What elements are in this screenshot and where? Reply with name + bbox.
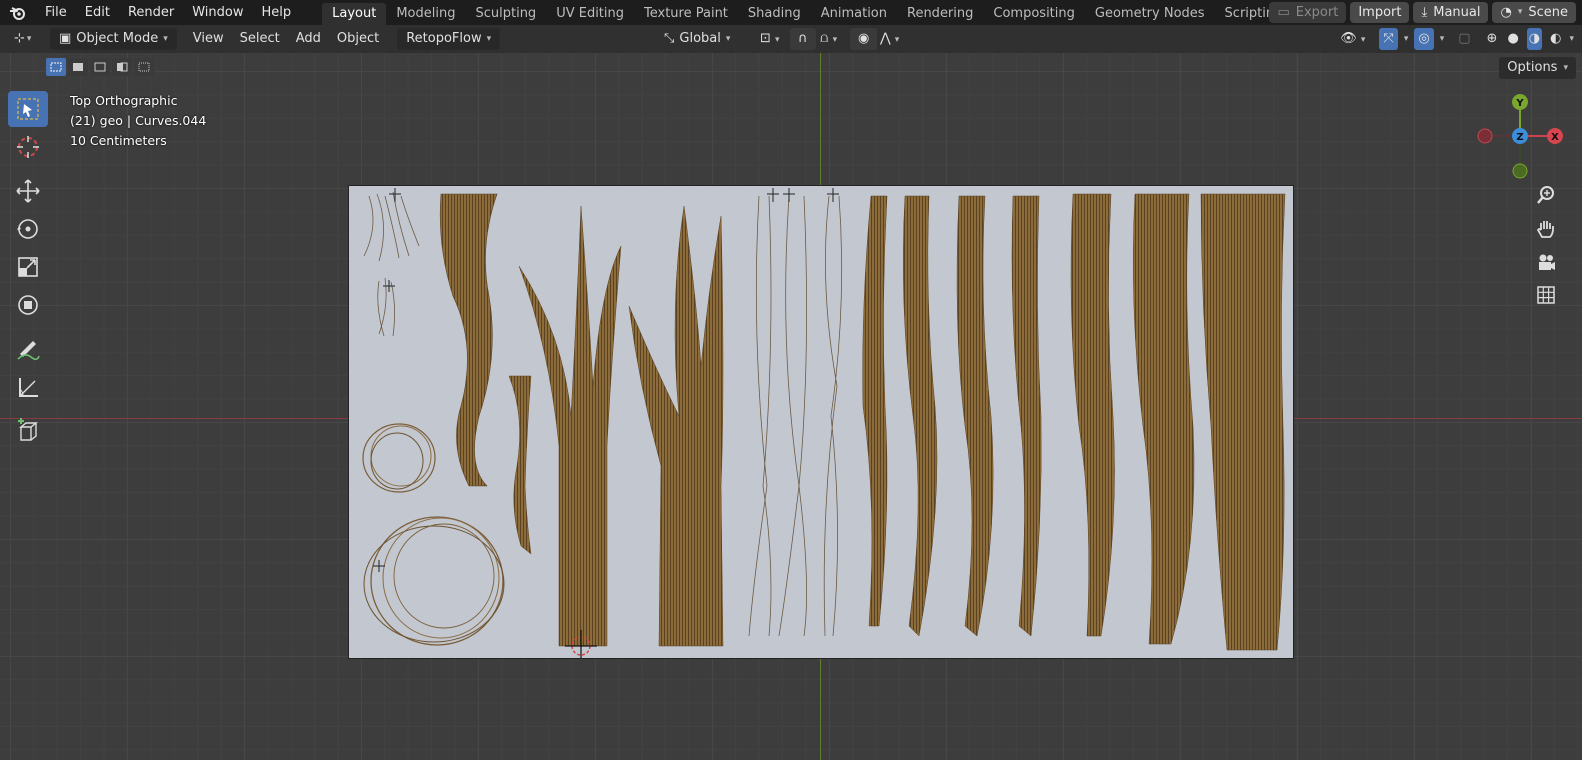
- select-extend-icon[interactable]: [68, 58, 88, 76]
- svg-text:Z: Z: [1516, 132, 1523, 143]
- select-subtract-icon[interactable]: [90, 58, 110, 76]
- chevron-down-icon: ▾: [163, 34, 168, 44]
- rendered-shading[interactable]: ◐: [1548, 28, 1563, 50]
- options-dropdown[interactable]: Options ▾: [1499, 57, 1576, 79]
- camera-icon: [1539, 254, 1555, 270]
- chevron-down-icon: ▾: [1517, 7, 1523, 17]
- move-tool[interactable]: [8, 173, 48, 209]
- export-icon: ▭: [1277, 5, 1290, 20]
- tab-texture-paint[interactable]: Texture Paint: [634, 3, 738, 25]
- tab-shading[interactable]: Shading: [738, 3, 811, 25]
- menu-window[interactable]: Window: [183, 0, 252, 25]
- zoom-icon: [1537, 186, 1554, 204]
- download-icon: ⤓: [1421, 5, 1428, 20]
- cursor-tool[interactable]: [8, 129, 48, 165]
- tab-layout[interactable]: Layout: [322, 2, 387, 25]
- transform-icon: [18, 295, 38, 315]
- object-menu[interactable]: Object: [329, 28, 387, 50]
- mode-dropdown[interactable]: ▣ Object Mode ▾: [50, 28, 177, 50]
- menu-render[interactable]: Render: [119, 0, 183, 25]
- object-mode-icon: ▣: [59, 31, 72, 46]
- scene-icon: ◔: [1500, 5, 1512, 20]
- xray-toggle[interactable]: ▢: [1450, 28, 1478, 50]
- visibility-button[interactable]: 👁 ▾: [1332, 28, 1373, 50]
- select-intersect-icon[interactable]: [134, 58, 154, 76]
- scale-tool[interactable]: [8, 249, 48, 285]
- hair-strands-drawing: [362, 188, 1286, 658]
- transform-tool[interactable]: [8, 287, 48, 323]
- chevron-down-icon: ▾: [486, 34, 492, 44]
- annotate-icon: [17, 341, 40, 361]
- hair-reference-image[interactable]: [348, 185, 1294, 659]
- import-button[interactable]: Import: [1350, 2, 1410, 23]
- measure-tool[interactable]: [8, 369, 48, 405]
- view-menu[interactable]: View: [185, 28, 232, 50]
- select-menu[interactable]: Select: [232, 28, 288, 50]
- grid-scale: 10 Centimeters: [70, 133, 167, 148]
- top-bar: File Edit Render Window Help Layout Mode…: [0, 0, 1582, 25]
- 3d-viewport[interactable]: Options ▾ Top Orthographic (21) geo | Cu…: [0, 53, 1582, 760]
- add-menu[interactable]: Add: [288, 28, 329, 50]
- snap-settings[interactable]: ⩍ ▾: [812, 28, 845, 50]
- tab-animation[interactable]: Animation: [811, 3, 897, 25]
- object-info: (21) geo | Curves.044: [70, 113, 207, 128]
- viewport-header: ⊹ ▾ ▣ Object Mode ▾ View Select Add Objec…: [0, 25, 1582, 53]
- menu-edit[interactable]: Edit: [76, 0, 119, 25]
- hand-icon: [1536, 221, 1554, 238]
- top-right-controls: ▭ Export Import ⤓ Manual ◔ ▾ Scene: [1269, 0, 1582, 25]
- select-box-tool[interactable]: [8, 91, 48, 127]
- tool-shelf: [8, 91, 52, 451]
- selection-modes: [46, 58, 154, 76]
- add-cube-icon: [18, 418, 38, 441]
- overlays-toggle[interactable]: ◎: [1414, 28, 1434, 50]
- navigation-gizmo[interactable]: Y X Z: [1474, 91, 1564, 181]
- gizmo-toggle[interactable]: ⤧: [1379, 28, 1398, 50]
- zoom-button[interactable]: [1532, 181, 1560, 209]
- tab-geometry-nodes[interactable]: Geometry Nodes: [1085, 3, 1215, 25]
- select-invert-icon[interactable]: [112, 58, 132, 76]
- annotate-tool[interactable]: [8, 331, 48, 367]
- chevron-down-icon: ▾: [1563, 63, 1568, 73]
- pivot-point-button[interactable]: ⊡ ▾: [752, 28, 788, 50]
- wireframe-shading[interactable]: ⊕: [1485, 28, 1500, 50]
- material-shading[interactable]: ◑: [1526, 28, 1543, 50]
- chevron-down-icon: ▾: [725, 34, 731, 44]
- svg-text:X: X: [1551, 132, 1559, 143]
- blender-logo-icon[interactable]: [0, 0, 36, 25]
- select-box-icon: [17, 98, 39, 120]
- grid-icon: [1537, 286, 1555, 304]
- svg-text:Y: Y: [1515, 98, 1524, 109]
- viewport-info: Top Orthographic (21) geo | Curves.044 1…: [70, 91, 206, 151]
- solid-shading[interactable]: ●: [1505, 28, 1520, 50]
- cursor-icon: [17, 136, 39, 158]
- perspective-toggle-button[interactable]: [1532, 281, 1560, 309]
- scene-selector[interactable]: ◔ ▾ Scene: [1492, 2, 1576, 23]
- menu-help[interactable]: Help: [253, 0, 301, 25]
- export-button[interactable]: ▭ Export: [1269, 2, 1347, 23]
- orientation-dropdown[interactable]: ⤡ Global ▾: [656, 28, 738, 50]
- tab-compositing[interactable]: Compositing: [983, 3, 1085, 25]
- rotate-tool[interactable]: [8, 211, 48, 247]
- manual-button[interactable]: ⤓ Manual: [1413, 2, 1489, 23]
- move-icon: [16, 179, 40, 203]
- editor-type-button[interactable]: ⊹ ▾: [6, 28, 42, 50]
- tab-sculpting[interactable]: Sculpting: [465, 3, 546, 25]
- editor-type-icon: ⊹: [14, 31, 25, 46]
- proportional-falloff[interactable]: ⋀ ▾: [872, 28, 907, 50]
- scale-icon: [18, 257, 38, 277]
- tab-rendering[interactable]: Rendering: [897, 3, 983, 25]
- rotate-icon: [17, 219, 38, 239]
- camera-view-button[interactable]: [1532, 249, 1560, 277]
- tab-modeling[interactable]: Modeling: [386, 3, 465, 25]
- pan-button[interactable]: [1532, 215, 1560, 243]
- menu-file[interactable]: File: [36, 0, 76, 25]
- measure-icon: [19, 378, 38, 397]
- transform-orientation-icon: ⤡: [664, 31, 675, 46]
- tab-uv-editing[interactable]: UV Editing: [546, 3, 634, 25]
- add-cube-tool[interactable]: [8, 413, 48, 449]
- select-new-icon[interactable]: [46, 58, 66, 76]
- view-name: Top Orthographic: [70, 93, 178, 108]
- retopoflow-dropdown[interactable]: RetopoFlow ▾: [397, 28, 501, 50]
